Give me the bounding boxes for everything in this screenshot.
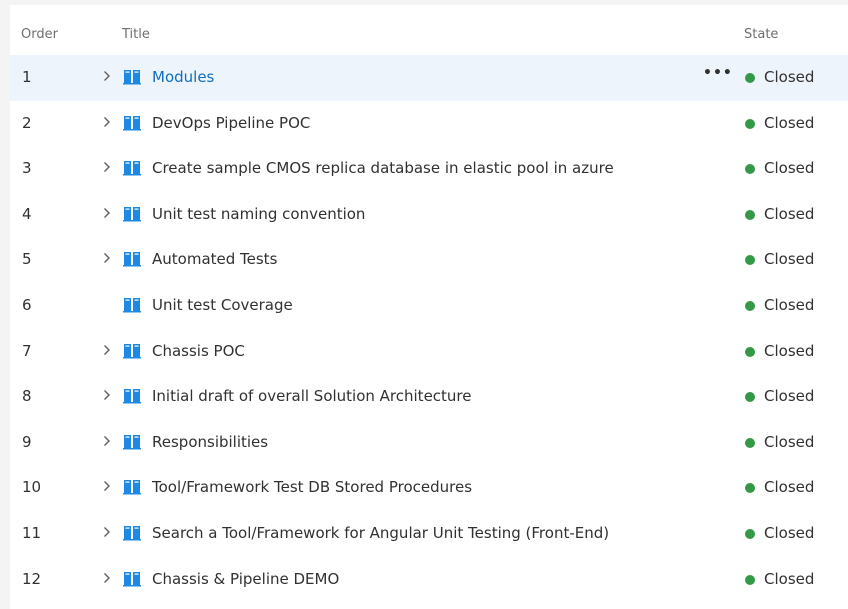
row-order: 1 [22, 68, 32, 86]
state-closed-dot-icon [745, 209, 755, 220]
row-title-link[interactable]: Chassis POC [152, 342, 245, 360]
row-title-link[interactable]: Responsibilities [152, 433, 268, 451]
backlog-row[interactable]: 3 Create sample CMOS replica database in … [10, 146, 848, 192]
chevron-right-icon[interactable] [103, 249, 115, 267]
row-order: 10 [22, 478, 42, 497]
row-order: 5 [22, 250, 32, 269]
book-icon [123, 479, 141, 495]
backlog-row[interactable]: 11 Search a Tool/Framework for Angular Un… [10, 511, 848, 557]
book-icon [123, 525, 141, 541]
backlog-rows: 1 Modules ••• Closed 2 DevOps Pipeline POC Clo… [10, 55, 848, 602]
row-order: 4 [22, 204, 32, 223]
state-closed-dot-icon [745, 300, 755, 311]
row-order: 8 [22, 387, 32, 406]
backlog-row[interactable]: 10 Tool/Framework Test DB Stored Procedur… [10, 465, 848, 511]
row-title-link[interactable]: Automated Tests [152, 250, 277, 268]
backlog-row[interactable]: 5 Automated Tests Closed [10, 237, 848, 283]
row-order: 7 [22, 341, 32, 360]
chevron-right-icon[interactable] [103, 477, 115, 495]
book-icon [123, 206, 141, 222]
book-icon [123, 434, 141, 450]
chevron-right-icon[interactable] [103, 569, 115, 587]
row-title-link[interactable]: Modules [152, 68, 214, 86]
book-icon [123, 297, 141, 313]
book-icon [123, 69, 141, 85]
row-state: Closed [764, 159, 815, 178]
backlog-row[interactable]: 12 Chassis & Pipeline DEMO Closed [10, 557, 848, 603]
grid-header: Order Title State [10, 5, 848, 55]
chevron-right-icon[interactable] [103, 386, 115, 404]
state-closed-dot-icon [745, 346, 755, 357]
row-title-link[interactable]: Tool/Framework Test DB Stored Procedures [152, 478, 472, 496]
chevron-right-icon[interactable] [103, 204, 115, 222]
state-closed-dot-icon [745, 574, 755, 585]
row-title-link[interactable]: Unit test naming convention [152, 205, 365, 223]
backlog-row[interactable]: 7 Chassis POC Closed [10, 329, 848, 375]
row-order: 3 [22, 159, 32, 178]
state-closed-dot-icon [745, 437, 755, 448]
book-icon [123, 343, 141, 359]
column-header-order[interactable]: Order [21, 27, 58, 42]
row-title-link[interactable]: Search a Tool/Framework for Angular Unit… [152, 524, 609, 542]
state-closed-dot-icon [745, 483, 755, 494]
state-closed-dot-icon [745, 73, 755, 83]
row-state: Closed [764, 250, 815, 269]
row-state: Closed [764, 341, 815, 360]
backlog-row[interactable]: 8 Initial draft of overall Solution Archi… [10, 374, 848, 420]
row-state: Closed [764, 523, 815, 542]
book-icon [123, 251, 141, 267]
row-state: Closed [764, 204, 815, 223]
more-actions-icon[interactable]: ••• [703, 65, 732, 87]
book-icon [123, 571, 141, 587]
chevron-right-icon[interactable] [103, 158, 115, 176]
column-header-state[interactable]: State [744, 27, 778, 42]
backlog-row[interactable]: 2 DevOps Pipeline POC Closed [10, 101, 848, 147]
chevron-right-icon[interactable] [103, 341, 115, 359]
row-state: Closed [764, 113, 815, 132]
state-closed-dot-icon [745, 255, 755, 266]
row-title-link[interactable]: Unit test Coverage [152, 296, 293, 314]
row-state: Closed [764, 68, 815, 86]
state-closed-dot-icon [745, 164, 755, 175]
row-order: 9 [22, 432, 32, 451]
row-title-link[interactable]: DevOps Pipeline POC [152, 114, 310, 132]
row-state: Closed [764, 432, 815, 451]
chevron-right-icon[interactable] [103, 432, 115, 450]
row-title-link[interactable]: Initial draft of overall Solution Archit… [152, 387, 472, 405]
row-title-link[interactable]: Create sample CMOS replica database in e… [152, 159, 614, 177]
row-state: Closed [764, 295, 815, 314]
state-closed-dot-icon [745, 118, 755, 129]
row-state: Closed [764, 478, 815, 497]
column-header-title[interactable]: Title [122, 27, 150, 42]
state-closed-dot-icon [745, 392, 755, 403]
row-order: 6 [22, 295, 32, 314]
backlog-row[interactable]: 9 Responsibilities Closed [10, 420, 848, 466]
row-state: Closed [764, 387, 815, 406]
row-order: 2 [22, 113, 32, 132]
row-order: 11 [22, 523, 42, 542]
backlog-row[interactable]: 6 Unit test Coverage Closed [10, 283, 848, 329]
book-icon [123, 115, 141, 131]
row-title-link[interactable]: Chassis & Pipeline DEMO [152, 570, 339, 588]
backlog-row[interactable]: 4 Unit test naming convention Closed [10, 192, 848, 238]
chevron-right-icon[interactable] [103, 523, 115, 541]
backlog-grid: Order Title State 1 Modules ••• Closed 2 DevO… [10, 5, 848, 609]
chevron-right-icon[interactable] [103, 113, 115, 131]
chevron-right-icon[interactable] [103, 67, 115, 85]
row-order: 12 [22, 569, 42, 588]
book-icon [123, 388, 141, 404]
backlog-row[interactable]: 1 Modules ••• Closed [10, 55, 848, 101]
state-closed-dot-icon [745, 528, 755, 539]
book-icon [123, 160, 141, 176]
row-state: Closed [764, 569, 815, 588]
